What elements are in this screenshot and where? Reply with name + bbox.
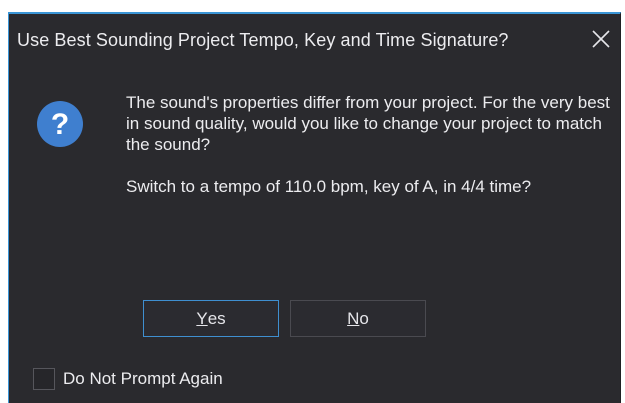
do-not-prompt-label[interactable]: Do Not Prompt Again (63, 369, 223, 389)
do-not-prompt-row[interactable]: Do Not Prompt Again (33, 368, 223, 390)
tempo-question: Switch to a tempo of 110.0 bpm, key of A… (126, 177, 532, 196)
yes-button-mnemonic: Y (196, 308, 208, 328)
message-text: The sound's properties differ from your … (126, 93, 610, 154)
dialog: Use Best Sounding Project Tempo, Key and… (8, 12, 621, 403)
no-button[interactable]: No (290, 300, 426, 337)
question-mark-icon: ? (36, 100, 84, 148)
dialog-title: Use Best Sounding Project Tempo, Key and… (17, 30, 509, 50)
no-button-label: o (359, 308, 369, 328)
yes-button-label: es (207, 308, 226, 328)
message: The sound's properties differ from your … (126, 92, 620, 197)
yes-button[interactable]: Yes (143, 300, 279, 337)
do-not-prompt-checkbox[interactable] (33, 368, 55, 390)
no-button-mnemonic: N (347, 308, 360, 328)
svg-text:?: ? (51, 108, 69, 141)
title-bar[interactable]: Use Best Sounding Project Tempo, Key and… (9, 14, 620, 66)
close-icon[interactable] (588, 26, 614, 52)
